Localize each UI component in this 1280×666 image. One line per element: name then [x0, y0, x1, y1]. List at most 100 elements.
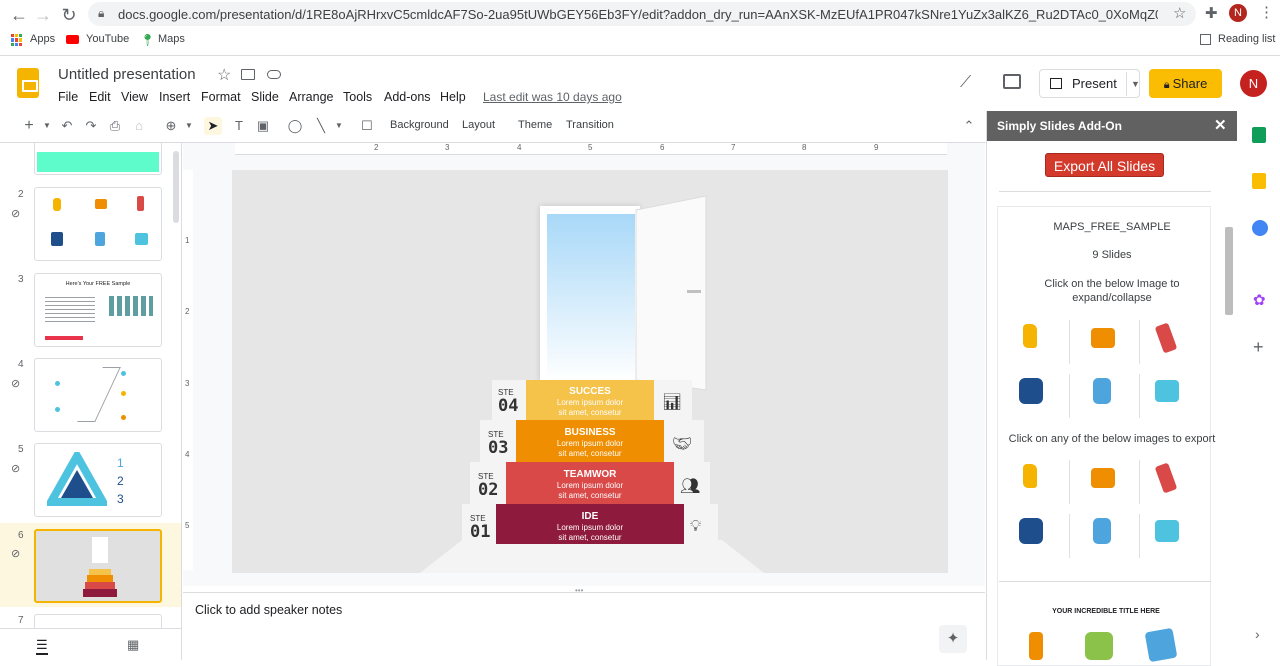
- link-icon: ⊘: [11, 548, 21, 560]
- browser-chrome: ← → ↻ 🔒︎ docs.google.com/presentation/d/…: [0, 0, 1280, 56]
- document-title[interactable]: Untitled presentation: [58, 66, 196, 83]
- menu-help[interactable]: Help: [440, 90, 466, 104]
- line-icon[interactable]: ╲: [312, 117, 330, 135]
- slide-thumbnail-2[interactable]: [34, 187, 162, 261]
- line-dropdown-icon[interactable]: ▼: [330, 117, 348, 135]
- profile-avatar[interactable]: N: [1229, 4, 1247, 22]
- slide-count: 9 Slides: [1092, 249, 1132, 261]
- slide-thumbnail-7[interactable]: [34, 614, 162, 628]
- browser-menu-icon[interactable]: ⋮: [1259, 3, 1274, 21]
- map-germany: [1093, 518, 1111, 544]
- last-edit-link[interactable]: Last edit was 10 days ago: [483, 90, 622, 104]
- step-02-bar[interactable]: TEAMWOR Lorem ipsum dolor sit amet, cons…: [506, 462, 674, 504]
- star-icon[interactable]: ☆: [217, 65, 231, 85]
- slide-thumbnail-3[interactable]: Here's Your FREE Sample: [34, 273, 162, 347]
- shape-icon[interactable]: ◯: [286, 117, 304, 135]
- menu-view[interactable]: View: [121, 90, 148, 104]
- menu-format[interactable]: Format: [201, 90, 241, 104]
- background-button[interactable]: Background: [390, 119, 449, 131]
- print-icon[interactable]: ⎙: [106, 117, 124, 135]
- slides-logo-icon[interactable]: [17, 68, 39, 98]
- theme-button[interactable]: Theme: [518, 119, 552, 131]
- slide-number: 3: [18, 274, 24, 285]
- grid-view-icon[interactable]: ▦: [127, 637, 139, 653]
- account-avatar[interactable]: N: [1240, 70, 1267, 97]
- sample-image-export[interactable]: [999, 456, 1221, 566]
- export-all-slides-button[interactable]: Export All Slides: [1045, 153, 1164, 177]
- comments-icon[interactable]: [1003, 74, 1021, 89]
- slide-thumbnail-4[interactable]: [34, 358, 162, 432]
- menu-addons[interactable]: Add-ons: [384, 90, 431, 104]
- menu-insert[interactable]: Insert: [159, 90, 190, 104]
- map-italy: [1154, 462, 1178, 494]
- text-box-icon[interactable]: T: [230, 117, 248, 135]
- add-comment-icon[interactable]: ☐: [358, 117, 376, 135]
- slide-preview-image[interactable]: [999, 626, 1211, 663]
- layout-button[interactable]: Layout: [462, 119, 495, 131]
- redo-icon[interactable]: ↷: [82, 117, 100, 135]
- menu-file[interactable]: File: [58, 90, 78, 104]
- menu-slide[interactable]: Slide: [251, 90, 279, 104]
- panel-scrollbar[interactable]: [1225, 227, 1233, 315]
- slide-canvas[interactable]: SUCCES Lorem ipsum dolor sit amet, conse…: [232, 170, 948, 573]
- bookmark-youtube[interactable]: YouTube: [86, 33, 129, 45]
- new-slide-icon[interactable]: +: [20, 117, 38, 135]
- explore-icon[interactable]: ✦: [939, 625, 967, 653]
- transition-button[interactable]: Transition: [566, 119, 614, 131]
- present-button[interactable]: Present ▼: [1039, 69, 1140, 98]
- slide-filmstrip[interactable]: 2 ⊘ 3 Here's Your FREE Sample 4 ⊘ 5 ⊘ 1 …: [0, 143, 182, 628]
- filmstrip-view-icon[interactable]: ☰: [36, 637, 48, 655]
- slide-thumbnail-6[interactable]: [34, 529, 162, 603]
- bookmark-maps[interactable]: Maps: [158, 33, 185, 45]
- step-01-bar[interactable]: IDE Lorem ipsum dolor sit amet, consetur: [496, 504, 684, 544]
- select-cursor-icon[interactable]: ➤: [204, 117, 222, 135]
- youtube-icon: [66, 35, 79, 44]
- menu-arrange[interactable]: Arrange: [289, 90, 333, 104]
- undo-icon[interactable]: ↶: [58, 117, 76, 135]
- map-france: [1155, 380, 1179, 402]
- step-title: IDE: [581, 511, 599, 522]
- new-slide-dropdown-icon[interactable]: ▼: [38, 117, 56, 135]
- menu-edit[interactable]: Edit: [89, 90, 111, 104]
- bookmark-star-icon[interactable]: ☆: [1173, 4, 1186, 22]
- map-orange: [1029, 632, 1043, 660]
- collapse-toolbar-icon[interactable]: ⌃: [960, 117, 978, 135]
- back-arrow-icon[interactable]: ←: [8, 4, 30, 26]
- slide-thumbnail-1[interactable]: [34, 143, 162, 175]
- image-icon[interactable]: ▣: [254, 117, 272, 135]
- reading-list[interactable]: Reading list: [1218, 33, 1275, 45]
- step-04-bar[interactable]: SUCCES Lorem ipsum dolor sit amet, conse…: [526, 380, 654, 420]
- share-button[interactable]: 🔒︎ Share: [1149, 69, 1222, 98]
- paint-format-icon[interactable]: ⌂: [130, 117, 148, 135]
- get-addons-plus-icon[interactable]: +: [1253, 337, 1264, 358]
- open-door-graphic[interactable]: [632, 194, 712, 394]
- ruler-mark: 2: [185, 307, 190, 316]
- slide-thumbnail-5[interactable]: 1 2 3: [34, 443, 162, 517]
- speaker-notes[interactable]: Click to add speaker notes ✦: [183, 592, 985, 660]
- expand-chevron-icon[interactable]: ›: [1255, 626, 1260, 642]
- zoom-dropdown-icon[interactable]: ▼: [180, 117, 198, 135]
- close-icon[interactable]: ✕: [1214, 111, 1227, 141]
- move-folder-icon[interactable]: [241, 69, 255, 80]
- apps-grid-icon: [11, 34, 23, 46]
- keep-icon[interactable]: [1252, 173, 1266, 189]
- present-dropdown-icon[interactable]: ▼: [1126, 72, 1140, 96]
- extensions-icon[interactable]: ✚: [1205, 4, 1218, 22]
- slide-number: 5: [18, 444, 24, 455]
- zoom-icon[interactable]: ⊕: [162, 117, 180, 135]
- address-bar[interactable]: 🔒︎ docs.google.com/presentation/d/1RE8oA…: [88, 2, 1196, 26]
- map-spain: [1091, 468, 1115, 488]
- tasks-icon[interactable]: [1252, 220, 1268, 236]
- menu-tools[interactable]: Tools: [343, 90, 372, 104]
- sheets-icon[interactable]: [1252, 127, 1266, 143]
- bookmark-apps[interactable]: Apps: [30, 33, 55, 45]
- map-netherlands: [1019, 378, 1043, 404]
- forward-arrow-icon[interactable]: →: [32, 4, 54, 26]
- step-03-bar[interactable]: BUSINESS Lorem ipsum dolor sit amet, con…: [516, 420, 664, 462]
- door-frame[interactable]: [540, 206, 640, 382]
- sample-image-expand[interactable]: [999, 316, 1221, 426]
- addon-icon[interactable]: ✿: [1253, 291, 1266, 309]
- activity-trend-icon[interactable]: ⟋: [960, 74, 971, 92]
- reload-icon[interactable]: ↻: [58, 4, 80, 26]
- filmstrip-scrollbar[interactable]: [173, 151, 179, 223]
